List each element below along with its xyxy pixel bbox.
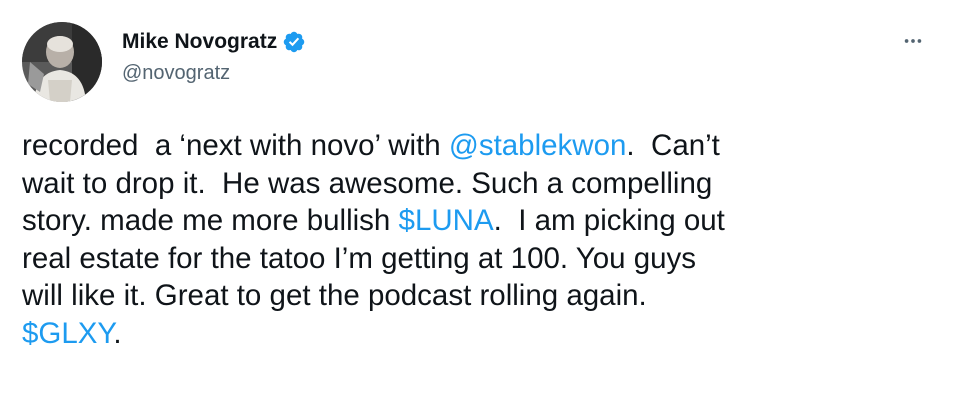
author-name-row: Mike Novogratz [122,28,306,56]
text-segment: . Can’t [626,129,720,162]
text-segment: recorded a ‘next with novo’ with [22,129,449,162]
text-segment: . [113,316,122,350]
tweet-card: Mike Novogratz @novogratz recorded a ‘ne… [0,0,954,406]
text-segment: real estate for the tatoo I’m getting at… [22,241,697,275]
avatar[interactable] [22,22,102,102]
author-display-name[interactable]: Mike Novogratz [122,28,277,56]
tweet-line: recorded a ‘next with novo’ with @stable… [22,127,922,165]
tweet-line: wait to drop it. He was awesome. Such a … [22,165,922,203]
text-segment: story. made me more bullish [22,204,399,237]
text-segment: wait to drop it. He was awesome. Such a … [22,166,713,200]
text-segment: . I am picking out [493,204,725,237]
more-options-button[interactable] [898,26,928,56]
tweet-text: recorded a ‘next with novo’ with @stable… [22,127,922,352]
author-handle[interactable]: @novogratz [122,60,230,86]
avatar-photo [22,22,102,102]
verified-badge-icon [282,30,306,54]
cashtag-link[interactable]: $LUNA [399,204,494,237]
tweet-line: $GLXY. [22,315,922,353]
cashtag-link[interactable]: $GLXY [22,317,113,350]
mention-link[interactable]: @stablekwon [449,129,627,162]
tweet-line: story. made me more bullish $LUNA. I am … [22,202,922,240]
tweet-line: real estate for the tatoo I’m getting at… [22,240,922,278]
more-horizontal-icon [904,39,922,43]
tweet-line: will like it. Great to get the podcast r… [22,277,922,315]
text-segment: will like it. Great to get the podcast r… [22,279,647,312]
